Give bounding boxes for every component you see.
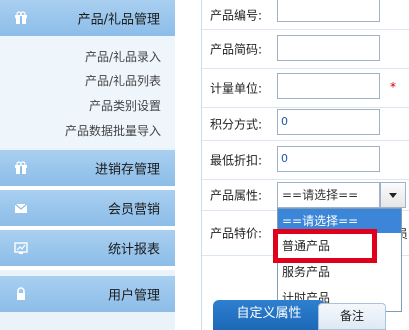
field-label: 计量单位:: [210, 81, 263, 96]
attribute-select-toggle[interactable]: [380, 182, 406, 208]
divider: [0, 266, 175, 270]
sidebar-section-inventory[interactable]: 进销存管理: [0, 150, 175, 186]
sidebar-section-label: 产品/礼品管理: [77, 12, 160, 28]
sidebar-item-product-list[interactable]: 产品/礼品列表: [85, 72, 161, 89]
sidebar-section-member-marketing[interactable]: 会员营销: [0, 190, 175, 226]
gift-icon: [15, 11, 27, 24]
mail-icon: [14, 203, 28, 213]
field-label: 积分方式:: [210, 117, 263, 132]
sidebar-section-user-management[interactable]: 用户管理: [0, 276, 175, 312]
chevron-down-icon: [389, 193, 397, 198]
sidebar-sublist: 产品/礼品录入 产品/礼品列表 产品类别设置 产品数据批量导入: [0, 36, 175, 148]
field-label: 产品属性:: [210, 188, 263, 203]
unit-input[interactable]: [277, 73, 380, 99]
chart-icon: [14, 242, 28, 254]
sidebar-item-batch-import[interactable]: 产品数据批量导入: [65, 122, 161, 139]
sidebar-section-label: 统计报表: [107, 242, 160, 258]
tab-custom-attributes[interactable]: 自定义属性: [213, 300, 325, 330]
dropdown-option-service[interactable]: 服务产品: [278, 260, 401, 284]
sidebar-item-category-settings[interactable]: 产品类别设置: [89, 97, 161, 114]
field-label: 产品编号:: [210, 8, 263, 22]
lock-icon: [17, 287, 25, 300]
field-label: 产品特价:: [210, 226, 263, 241]
sidebar-section-label: 用户管理: [107, 288, 160, 304]
short-code-input[interactable]: [277, 35, 380, 61]
points-mode-input[interactable]: 0: [277, 109, 380, 135]
highlight-box: [273, 229, 377, 263]
sidebar-item-product-entry[interactable]: 产品/礼品录入: [85, 48, 161, 65]
sidebar-section-product-gift[interactable]: 产品/礼品管理: [0, 0, 175, 36]
min-discount-input[interactable]: 0: [277, 146, 380, 172]
sidebar-section-label: 会员营销: [107, 202, 160, 218]
tab-notes[interactable]: 备注: [318, 303, 386, 330]
sidebar: 产品/礼品管理 产品/礼品录入 产品/礼品列表 产品类别设置 产品数据批量导入 …: [0, 0, 175, 330]
attribute-select[interactable]: ==请选择==: [277, 182, 380, 208]
required-mark: *: [390, 80, 396, 94]
gift-icon: [15, 161, 27, 174]
field-label: 最低折扣:: [210, 153, 263, 168]
field-label: 产品简码:: [210, 42, 263, 57]
sidebar-section-label: 进销存管理: [94, 162, 160, 178]
sidebar-section-reports[interactable]: 统计报表: [0, 230, 175, 266]
product-code-input[interactable]: [277, 0, 380, 22]
